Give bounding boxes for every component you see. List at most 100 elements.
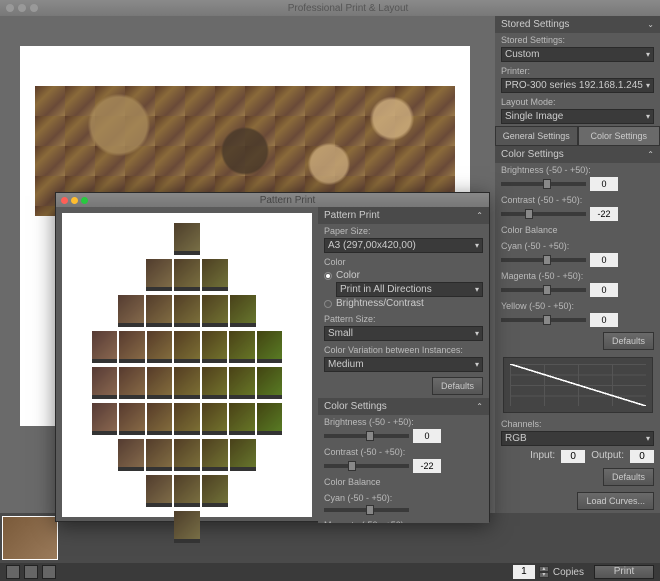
dlg-pattern-print-header[interactable]: Pattern Print⌃ [318,207,489,224]
printer-label: Printer: [501,66,654,76]
stored-settings-header[interactable]: Stored Settings⌄ [495,16,660,33]
view-mode-3-icon[interactable] [42,565,56,579]
pattern-cell [146,439,172,473]
app-titlebar: Professional Print & Layout [0,0,660,16]
layout-mode-select[interactable]: Single Image [501,109,654,124]
pattern-cell [229,331,254,365]
dialog-titlebar: Pattern Print [56,193,489,207]
pattern-cell [230,439,256,473]
yellow-slider[interactable] [501,318,586,322]
brightness-slider[interactable] [501,182,586,186]
dlg-magenta-label: Magenta (-50 - +50): [324,520,483,523]
copies-label: Copies [553,567,584,578]
pattern-cell [202,475,228,509]
load-curves-button[interactable]: Load Curves... [577,492,654,510]
magenta-label: Magenta (-50 - +50): [501,271,654,281]
dlg-brightness-slider[interactable] [324,434,409,438]
curves-defaults-button[interactable]: Defaults [603,468,654,486]
dlg-brightness-value[interactable]: 0 [413,429,441,443]
app-title: Professional Print & Layout [42,3,654,14]
pattern-cell [174,259,200,293]
output-label: Output: [591,450,624,463]
printer-select[interactable]: PRO-300 series 192.168.1.245 [501,78,654,93]
contrast-slider[interactable] [501,212,586,216]
contrast-value[interactable]: -22 [590,207,618,221]
dlg-pattern-size-select[interactable]: Small [324,326,483,341]
pattern-cell [174,367,199,401]
pattern-cell [147,403,172,437]
dlg-contrast-value[interactable]: -22 [413,459,441,473]
pattern-cell [119,403,144,437]
pattern-cell [229,403,254,437]
pattern-cell [92,331,117,365]
view-mode-2-icon[interactable] [24,565,38,579]
thumbnail-item[interactable] [2,516,58,560]
output-value[interactable]: 0 [630,450,654,463]
dlg-color-balance-header: Color Balance [324,477,483,487]
cyan-value[interactable]: 0 [590,253,618,267]
channels-label: Channels: [501,419,654,429]
pattern-cell [174,403,199,437]
dialog-title: Pattern Print [91,195,484,206]
dlg-contrast-label: Contrast (-50 - +50): [324,447,483,457]
pattern-cell [174,223,200,257]
brightness-label: Brightness (-50 - +50): [501,165,654,175]
pattern-preview [62,213,312,517]
yellow-value[interactable]: 0 [590,313,618,327]
color-balance-header: Color Balance [501,225,654,235]
pattern-cell [92,367,117,401]
dlg-radio-color[interactable]: Color [324,269,483,282]
pattern-cell [257,403,282,437]
input-value[interactable]: 0 [561,450,585,463]
dlg-color-settings-header[interactable]: Color Settings⌃ [318,398,489,415]
chevron-up-icon: ⌃ [647,150,654,159]
copies-down-icon[interactable]: ▾ [539,572,549,578]
tab-general-settings[interactable]: General Settings [495,126,578,146]
close-icon[interactable] [6,4,14,12]
dlg-print-direction-select[interactable]: Print in All Directions [336,282,483,297]
stored-settings-select[interactable]: Custom [501,47,654,62]
pattern-cell [202,331,227,365]
minimize-icon[interactable] [18,4,26,12]
print-button[interactable]: Print [594,565,654,579]
dlg-color-header: Color [324,257,483,267]
magenta-value[interactable]: 0 [590,283,618,297]
view-mode-1-icon[interactable] [6,565,20,579]
pattern-cell [174,511,200,545]
dlg-defaults-button[interactable]: Defaults [432,377,483,395]
pattern-cell [229,367,254,401]
copies-value[interactable]: 1 [513,565,535,579]
dlg-variation-select[interactable]: Medium [324,357,483,372]
dialog-close-icon[interactable] [61,197,68,204]
tone-curve[interactable] [503,357,653,413]
brightness-value[interactable]: 0 [590,177,618,191]
dlg-variation-label: Color Variation between Instances: [324,345,483,355]
tab-color-settings[interactable]: Color Settings [578,126,660,146]
dlg-contrast-slider[interactable] [324,464,409,468]
dlg-pattern-size-label: Pattern Size: [324,314,483,324]
magenta-slider[interactable] [501,288,586,292]
pattern-cell [174,439,200,473]
dlg-cyan-label: Cyan (-50 - +50): [324,493,483,503]
dialog-side-panel: Pattern Print⌃ Paper Size:A3 (297,00x420… [318,207,489,523]
dialog-minimize-icon[interactable] [71,197,78,204]
dialog-maximize-icon[interactable] [81,197,88,204]
dlg-cyan-slider[interactable] [324,508,409,512]
dlg-radio-brightness-contrast[interactable]: Brightness/Contrast [324,297,483,310]
input-label: Input: [530,450,555,463]
channels-select[interactable]: RGB [501,431,654,446]
pattern-cell [147,367,172,401]
cyan-slider[interactable] [501,258,586,262]
pattern-cell [146,259,172,293]
footer-bar: 1 ▴▾ Copies Print [0,563,660,581]
pattern-cell [202,403,227,437]
dlg-paper-size-select[interactable]: A3 (297,00x420,00) [324,238,483,253]
pattern-cell [202,295,228,329]
pattern-cell [146,475,172,509]
dlg-brightness-label: Brightness (-50 - +50): [324,417,483,427]
pattern-cell [119,367,144,401]
color-settings-header[interactable]: Color Settings⌃ [495,146,660,163]
maximize-icon[interactable] [30,4,38,12]
defaults-button[interactable]: Defaults [603,332,654,350]
pattern-cell [118,439,144,473]
